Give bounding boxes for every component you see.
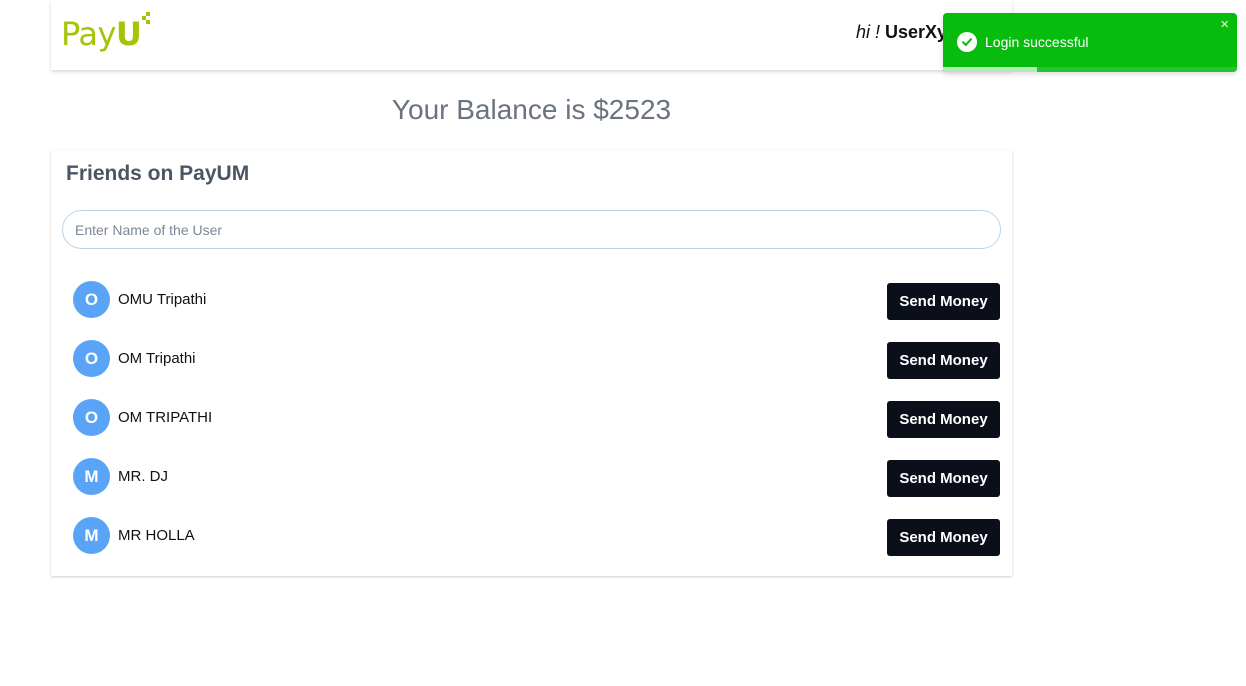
toast-progress-bar (943, 67, 1038, 72)
friend-name: OMU Tripathi (118, 291, 207, 308)
friend-name: OM Tripathi (118, 350, 196, 367)
page: PayU hi ! UserXy Your Balance is $2523 F… (0, 0, 1246, 686)
logo-wordmark: PayU (61, 15, 142, 53)
payu-logo[interactable]: PayU (61, 12, 151, 56)
avatar: O (73, 281, 110, 318)
send-money-button[interactable]: Send Money (887, 401, 1000, 438)
user-greeting: hi ! UserXy (856, 22, 947, 43)
avatar: M (73, 517, 110, 554)
friend-row: O OM TRIPATHI Send Money (51, 396, 1012, 455)
send-money-button[interactable]: Send Money (887, 460, 1000, 497)
check-circle-icon (957, 32, 977, 52)
send-money-button[interactable]: Send Money (887, 342, 1000, 379)
friends-list: O OMU Tripathi Send Money O OM Tripathi … (51, 278, 1012, 573)
greeting-prefix: hi ! (856, 22, 886, 42)
balance-text: Your Balance is $2523 (391, 94, 672, 125)
avatar: M (73, 458, 110, 495)
close-icon[interactable]: × (1220, 16, 1229, 34)
avatar: O (73, 399, 110, 436)
friends-card: Friends on PayUM O OMU Tripathi Send Mon… (51, 150, 1012, 576)
toast-progress-track (1037, 67, 1237, 72)
toast-message: Login successful (985, 34, 1089, 50)
username: UserXy (885, 22, 948, 42)
top-navbar: PayU hi ! UserXy (51, 0, 1012, 70)
send-money-button[interactable]: Send Money (887, 283, 1000, 320)
user-search-input[interactable] (62, 210, 1001, 249)
avatar: O (73, 340, 110, 377)
friends-title: Friends on PayUM (66, 162, 250, 185)
friend-name: MR HOLLA (118, 527, 195, 544)
send-money-button[interactable]: Send Money (887, 519, 1000, 556)
login-success-toast[interactable]: Login successful × (943, 13, 1237, 72)
friend-name: OM TRIPATHI (118, 409, 213, 426)
friend-row: M MR HOLLA Send Money (51, 514, 1012, 573)
friend-row: O OM Tripathi Send Money (51, 337, 1012, 396)
friend-row: O OMU Tripathi Send Money (51, 278, 1012, 337)
logo-dots-mark (140, 12, 151, 26)
friend-name: MR. DJ (118, 468, 168, 485)
friend-row: M MR. DJ Send Money (51, 455, 1012, 514)
